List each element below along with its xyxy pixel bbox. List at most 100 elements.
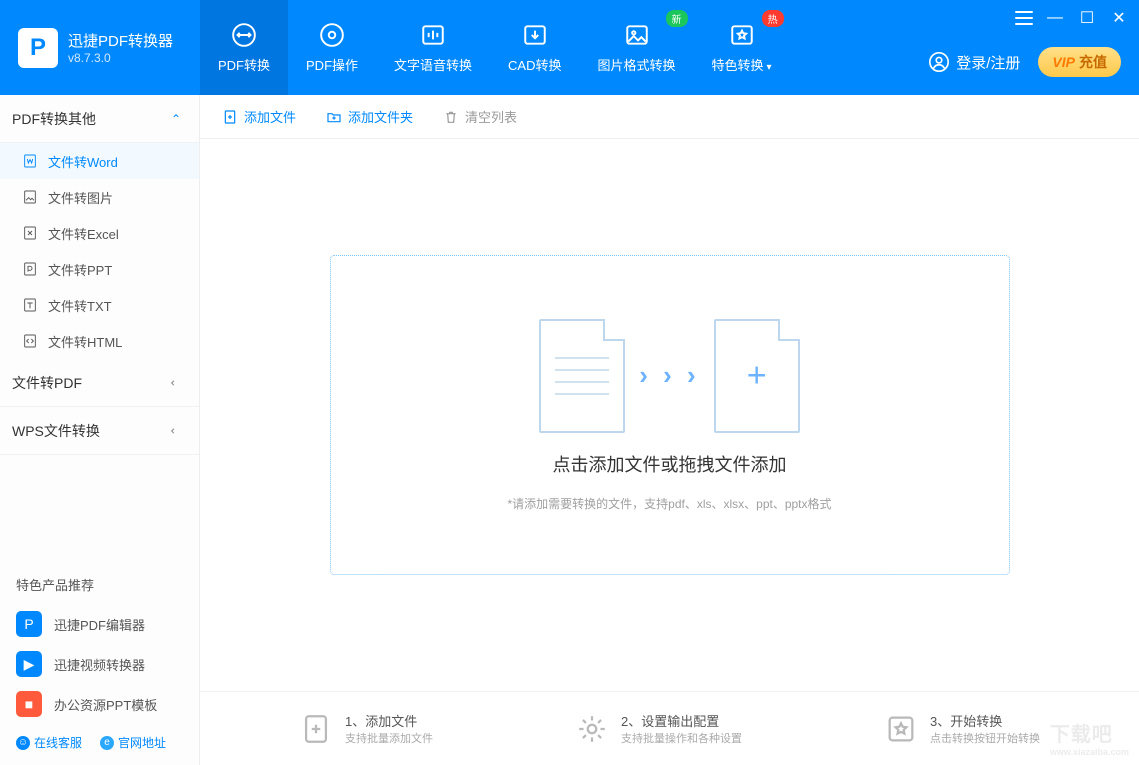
add-file-button[interactable]: 添加文件: [222, 107, 296, 126]
tab-text-voice[interactable]: 文字语音转换: [376, 0, 490, 95]
drop-sub-text: *请添加需要转换的文件，支持pdf、xls、xlsx、ppt、pptx格式: [507, 495, 831, 512]
group-label: 文件转PDF: [12, 373, 82, 393]
sidebar-group-wps[interactable]: WPS文件转换 ⌃: [0, 407, 199, 455]
step-title: 2、设置输出配置: [621, 711, 742, 730]
step-title: 1、添加文件: [345, 711, 433, 730]
recommend-label: 办公资源PPT模板: [54, 695, 157, 714]
tab-label: 特色转换▾: [712, 55, 772, 74]
tab-pdf-operate[interactable]: PDF操作: [288, 0, 376, 95]
user-circle-icon: [928, 51, 950, 73]
download-box-icon: [521, 21, 549, 49]
vip-action: 充值: [1079, 52, 1107, 72]
step-subtitle: 支持批量操作和各种设置: [621, 730, 742, 746]
recommend-video-converter[interactable]: ▶ 迅捷视频转换器: [0, 644, 199, 684]
vip-prefix: VIP: [1052, 54, 1075, 70]
audio-bars-icon: [419, 21, 447, 49]
document-plus-icon: +: [714, 319, 800, 433]
sidebar-item-to-html[interactable]: 文件转HTML: [0, 323, 199, 359]
image-file-icon: [22, 189, 38, 205]
official-site-link[interactable]: e官网地址: [100, 734, 166, 751]
sidebar-group-to-pdf[interactable]: 文件转PDF ⌃: [0, 359, 199, 407]
step-subtitle: 点击转换按钮开始转换: [930, 730, 1040, 746]
tab-pdf-convert[interactable]: PDF转换: [200, 0, 288, 95]
tab-label: CAD转换: [508, 55, 561, 74]
tab-cad-convert[interactable]: CAD转换: [490, 0, 579, 95]
minimize-button[interactable]: —: [1045, 9, 1065, 27]
recommend-ppt-templates[interactable]: ■ 办公资源PPT模板: [0, 684, 199, 724]
auth-area: 登录/注册 VIP 充值: [928, 47, 1121, 77]
file-toolbar: 添加文件 添加文件夹 清空列表: [200, 95, 1139, 139]
sidebar-item-to-word[interactable]: 文件转Word: [0, 143, 199, 179]
drop-area: › › › + 点击添加文件或拖拽文件添加 *请添加需要转换的文件，支持pdf、…: [200, 139, 1139, 691]
tab-label: 图片格式转换: [598, 55, 676, 74]
tab-label: PDF操作: [306, 55, 358, 74]
login-label: 登录/注册: [956, 52, 1020, 73]
sidebar-group-pdf-other[interactable]: PDF转换其他 ⌃: [0, 95, 199, 143]
app-version: v8.7.3.0: [68, 51, 173, 65]
customer-service-link[interactable]: ☺在线客服: [16, 734, 82, 751]
main-panel: 添加文件 添加文件夹 清空列表 › › › + 点击添加文件或拖拽文件添加 *请…: [200, 95, 1139, 765]
menu-icon[interactable]: [1015, 11, 1033, 25]
gear-icon: [575, 712, 609, 746]
group-label: PDF转换其他: [12, 109, 96, 129]
globe-icon: e: [100, 736, 114, 750]
button-label: 添加文件夹: [348, 107, 413, 126]
folder-plus-icon: [326, 109, 342, 125]
clear-list-button[interactable]: 清空列表: [443, 107, 517, 126]
ppt-file-icon: [22, 261, 38, 277]
item-label: 文件转PPT: [48, 260, 112, 279]
steps-bar: 1、添加文件支持批量添加文件 2、设置输出配置支持批量操作和各种设置 3、开始转…: [200, 691, 1139, 765]
sidebar-item-to-txt[interactable]: 文件转TXT: [0, 287, 199, 323]
step-title: 3、开始转换: [930, 711, 1040, 730]
add-folder-button[interactable]: 添加文件夹: [326, 107, 413, 126]
login-button[interactable]: 登录/注册: [928, 51, 1020, 73]
drop-main-text: 点击添加文件或拖拽文件添加: [553, 451, 787, 477]
item-label: 文件转TXT: [48, 296, 112, 315]
sidebar-item-to-excel[interactable]: 文件转Excel: [0, 215, 199, 251]
pdf-editor-icon: P: [16, 611, 42, 637]
item-label: 文件转HTML: [48, 332, 122, 351]
step-subtitle: 支持批量添加文件: [345, 730, 433, 746]
chevron-up-icon: ⌃: [171, 112, 181, 126]
arrows-icon: › › ›: [639, 360, 699, 391]
sidebar-item-to-ppt[interactable]: 文件转PPT: [0, 251, 199, 287]
txt-file-icon: [22, 297, 38, 313]
item-label: 文件转Excel: [48, 224, 119, 243]
button-label: 添加文件: [244, 107, 296, 126]
tab-image-format[interactable]: 新 图片格式转换: [580, 0, 694, 95]
tab-special-convert[interactable]: 热 特色转换▾: [694, 0, 790, 95]
word-file-icon: [22, 153, 38, 169]
step-configure: 2、设置输出配置支持批量操作和各种设置: [575, 711, 742, 746]
logo-area: P 迅捷PDF转换器 v8.7.3.0: [0, 28, 200, 68]
step-start: 3、开始转换点击转换按钮开始转换: [884, 711, 1040, 746]
maximize-button[interactable]: ☐: [1077, 8, 1097, 28]
star-box-icon: [884, 712, 918, 746]
app-header: P 迅捷PDF转换器 v8.7.3.0 PDF转换 PDF操作 文字语音转换 C…: [0, 0, 1139, 95]
close-button[interactable]: ✕: [1109, 8, 1129, 28]
trash-icon: [443, 109, 459, 125]
ppt-template-icon: ■: [16, 691, 42, 717]
window-controls: — ☐ ✕: [1015, 8, 1129, 28]
chevron-down-icon: ▾: [767, 62, 772, 73]
tab-label: PDF转换: [218, 55, 270, 74]
excel-file-icon: [22, 225, 38, 241]
recommend-label: 迅捷PDF编辑器: [54, 615, 145, 634]
chevron-right-icon: ⌃: [169, 377, 183, 387]
video-converter-icon: ▶: [16, 651, 42, 677]
new-badge: 新: [666, 10, 688, 27]
sidebar-footer: ☺在线客服 e官网地址: [0, 724, 199, 765]
item-label: 文件转Word: [48, 152, 118, 171]
recommend-pdf-editor[interactable]: P 迅捷PDF编辑器: [0, 604, 199, 644]
vip-recharge-button[interactable]: VIP 充值: [1038, 47, 1121, 77]
item-label: 文件转图片: [48, 188, 113, 207]
drop-illustration: › › › +: [539, 319, 799, 433]
recommend-title: 特色产品推荐: [0, 565, 199, 604]
app-title: 迅捷PDF转换器: [68, 30, 173, 51]
html-file-icon: [22, 333, 38, 349]
app-logo-icon: P: [18, 28, 58, 68]
chevron-right-icon: ⌃: [169, 425, 183, 435]
star-box-icon: [728, 21, 756, 49]
sidebar-item-to-image[interactable]: 文件转图片: [0, 179, 199, 215]
drop-zone[interactable]: › › › + 点击添加文件或拖拽文件添加 *请添加需要转换的文件，支持pdf、…: [330, 255, 1010, 575]
file-plus-icon: [222, 109, 238, 125]
